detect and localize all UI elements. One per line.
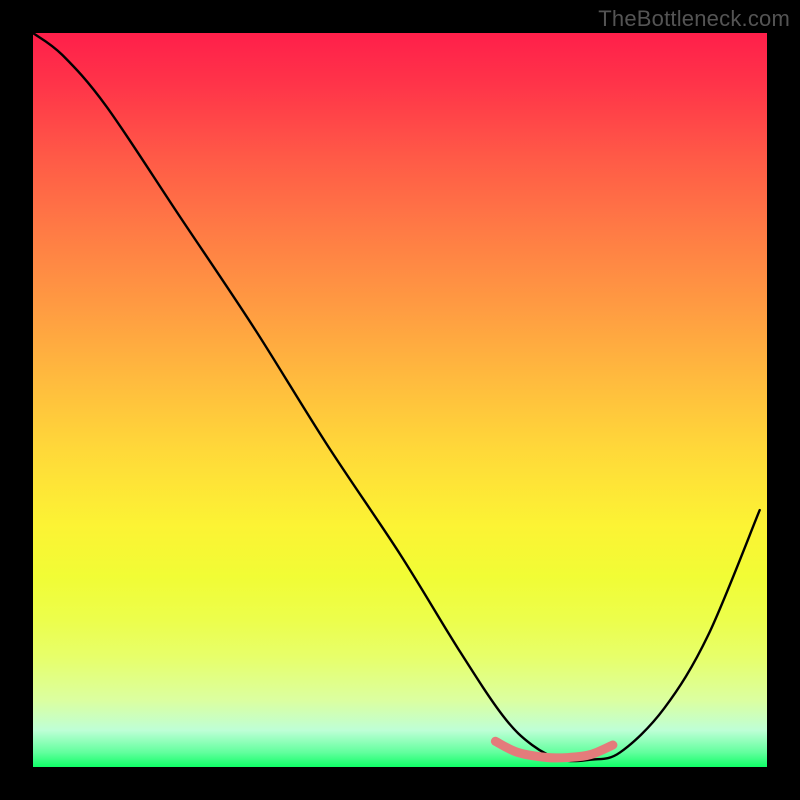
plot-area [33, 33, 767, 767]
curve-layer [33, 33, 767, 767]
chart-frame: TheBottleneck.com [0, 0, 800, 800]
main-curve [33, 33, 760, 761]
highlight-segment [495, 741, 613, 758]
watermark-label: TheBottleneck.com [598, 6, 790, 32]
